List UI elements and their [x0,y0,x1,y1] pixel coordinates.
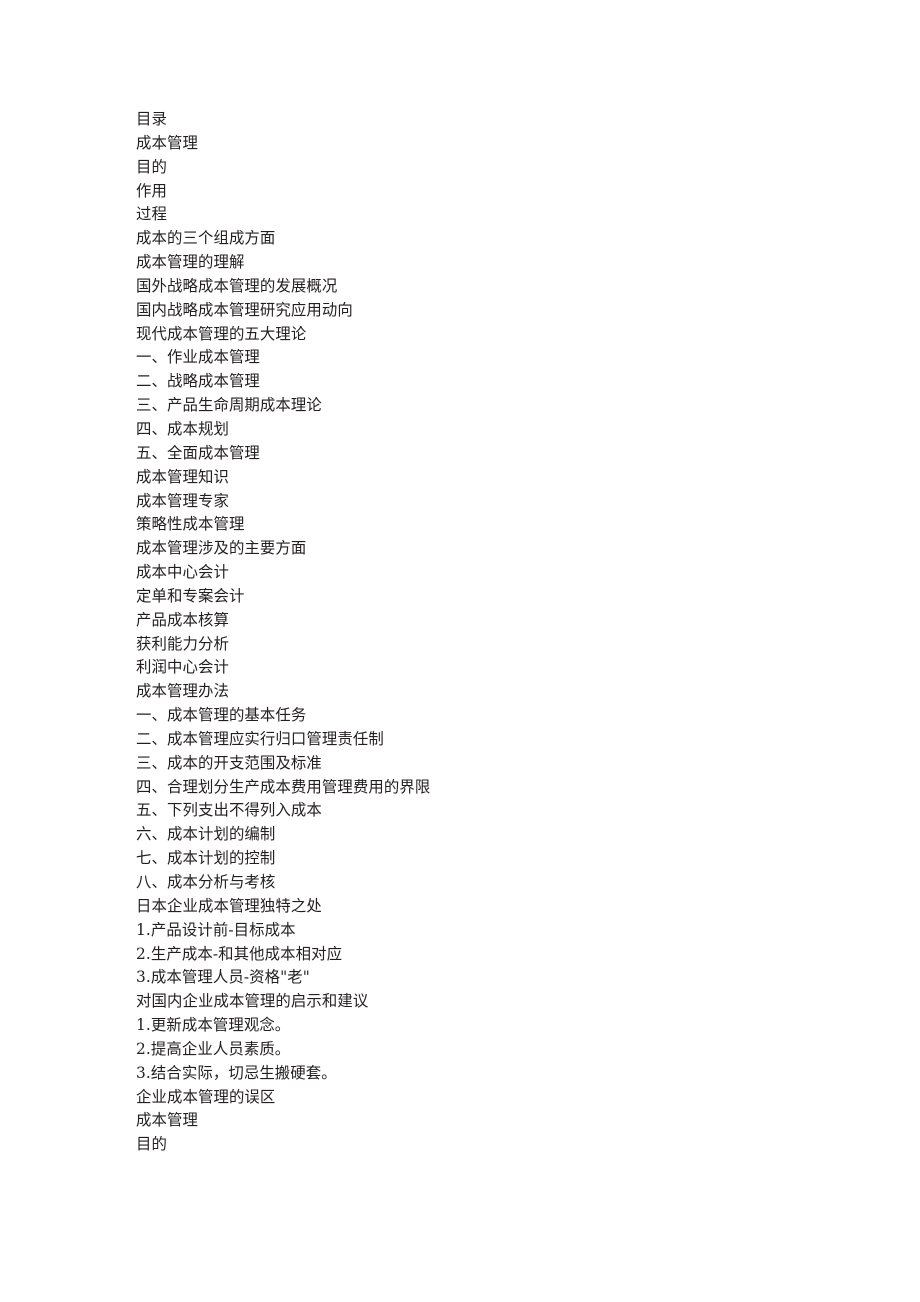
toc-line: 成本管理 [136,133,198,152]
toc-line: 八、成本分析与考核 [136,873,276,891]
toc-line: 一、成本管理的基本任务 [136,706,307,725]
toc-line: 产品成本核算 [136,610,229,629]
toc-line: 五、下列支出不得列入成本 [136,801,322,820]
toc-line: 三、产品生命周期成本理论 [136,396,322,415]
toc-line: 一、作业成本管理 [136,348,260,367]
toc-line: 七、成本计划的控制 [136,849,276,868]
toc-line: 成本管理 [136,1111,198,1130]
toc-line: 目的 [136,157,167,176]
toc-line: 三、成本的开支范围及标准 [136,753,322,772]
toc-line: 成本管理办法 [136,682,229,701]
toc-line: 成本管理知识 [136,467,229,486]
toc-line: 国内战略成本管理研究应用动向 [136,300,353,319]
toc-line: 四、合理划分生产成本费用管理费用的界限 [136,777,431,796]
toc-line: 二、战略成本管理 [136,372,260,391]
toc-line: 过程 [136,205,167,224]
toc-line: 成本管理涉及的主要方面 [136,539,307,558]
toc-line: 对国内企业成本管理的启示和建议 [136,992,369,1011]
toc-line: 日本企业成本管理独特之处 [136,896,322,915]
toc-line: 国外战略成本管理的发展概况 [136,276,338,295]
toc-line: 2.提高企业人员素质。 [136,1039,291,1058]
toc-line: 二、成本管理应实行归口管理责任制 [136,729,384,748]
document-page: 目录 成本管理 目的 作用 过程 成本的三个组成方面 成本管理的理解 国外战略成本管理的发展概… [0,0,920,1302]
toc-line: 策略性成本管理 [136,515,245,534]
toc-line: 现代成本管理的五大理论 [136,324,307,343]
toc-line: 3.成本管理人员-资格"老" [136,968,310,987]
toc-line: 利润中心会计 [136,658,229,677]
toc-line: 企业成本管理的误区 [136,1087,276,1106]
toc-line: 成本的三个组成方面 [136,229,276,248]
toc-line: 1.产品设计前-目标成本 [136,920,296,939]
toc-line: 3.结合实际，切忌生搬硬套。 [136,1063,337,1082]
toc-line: 1.更新成本管理观念。 [136,1016,291,1035]
toc-line: 作用 [136,181,167,200]
toc-line: 成本管理专家 [136,491,229,510]
toc-line: 目的 [136,1135,167,1154]
toc-line: 获利能力分析 [136,634,229,653]
table-of-contents: 目录 成本管理 目的 作用 过程 成本的三个组成方面 成本管理的理解 国外战略成本管理的发展概… [136,108,856,1157]
toc-line: 成本管理的理解 [136,253,245,272]
toc-line: 目录 [136,110,167,128]
toc-line: 定单和专案会计 [136,586,245,605]
toc-line: 五、全面成本管理 [136,443,260,462]
toc-line: 成本中心会计 [136,563,229,582]
toc-line: 2.生产成本-和其他成本相对应 [136,944,343,963]
toc-line: 六、成本计划的编制 [136,825,276,844]
toc-line: 四、成本规划 [136,419,229,438]
